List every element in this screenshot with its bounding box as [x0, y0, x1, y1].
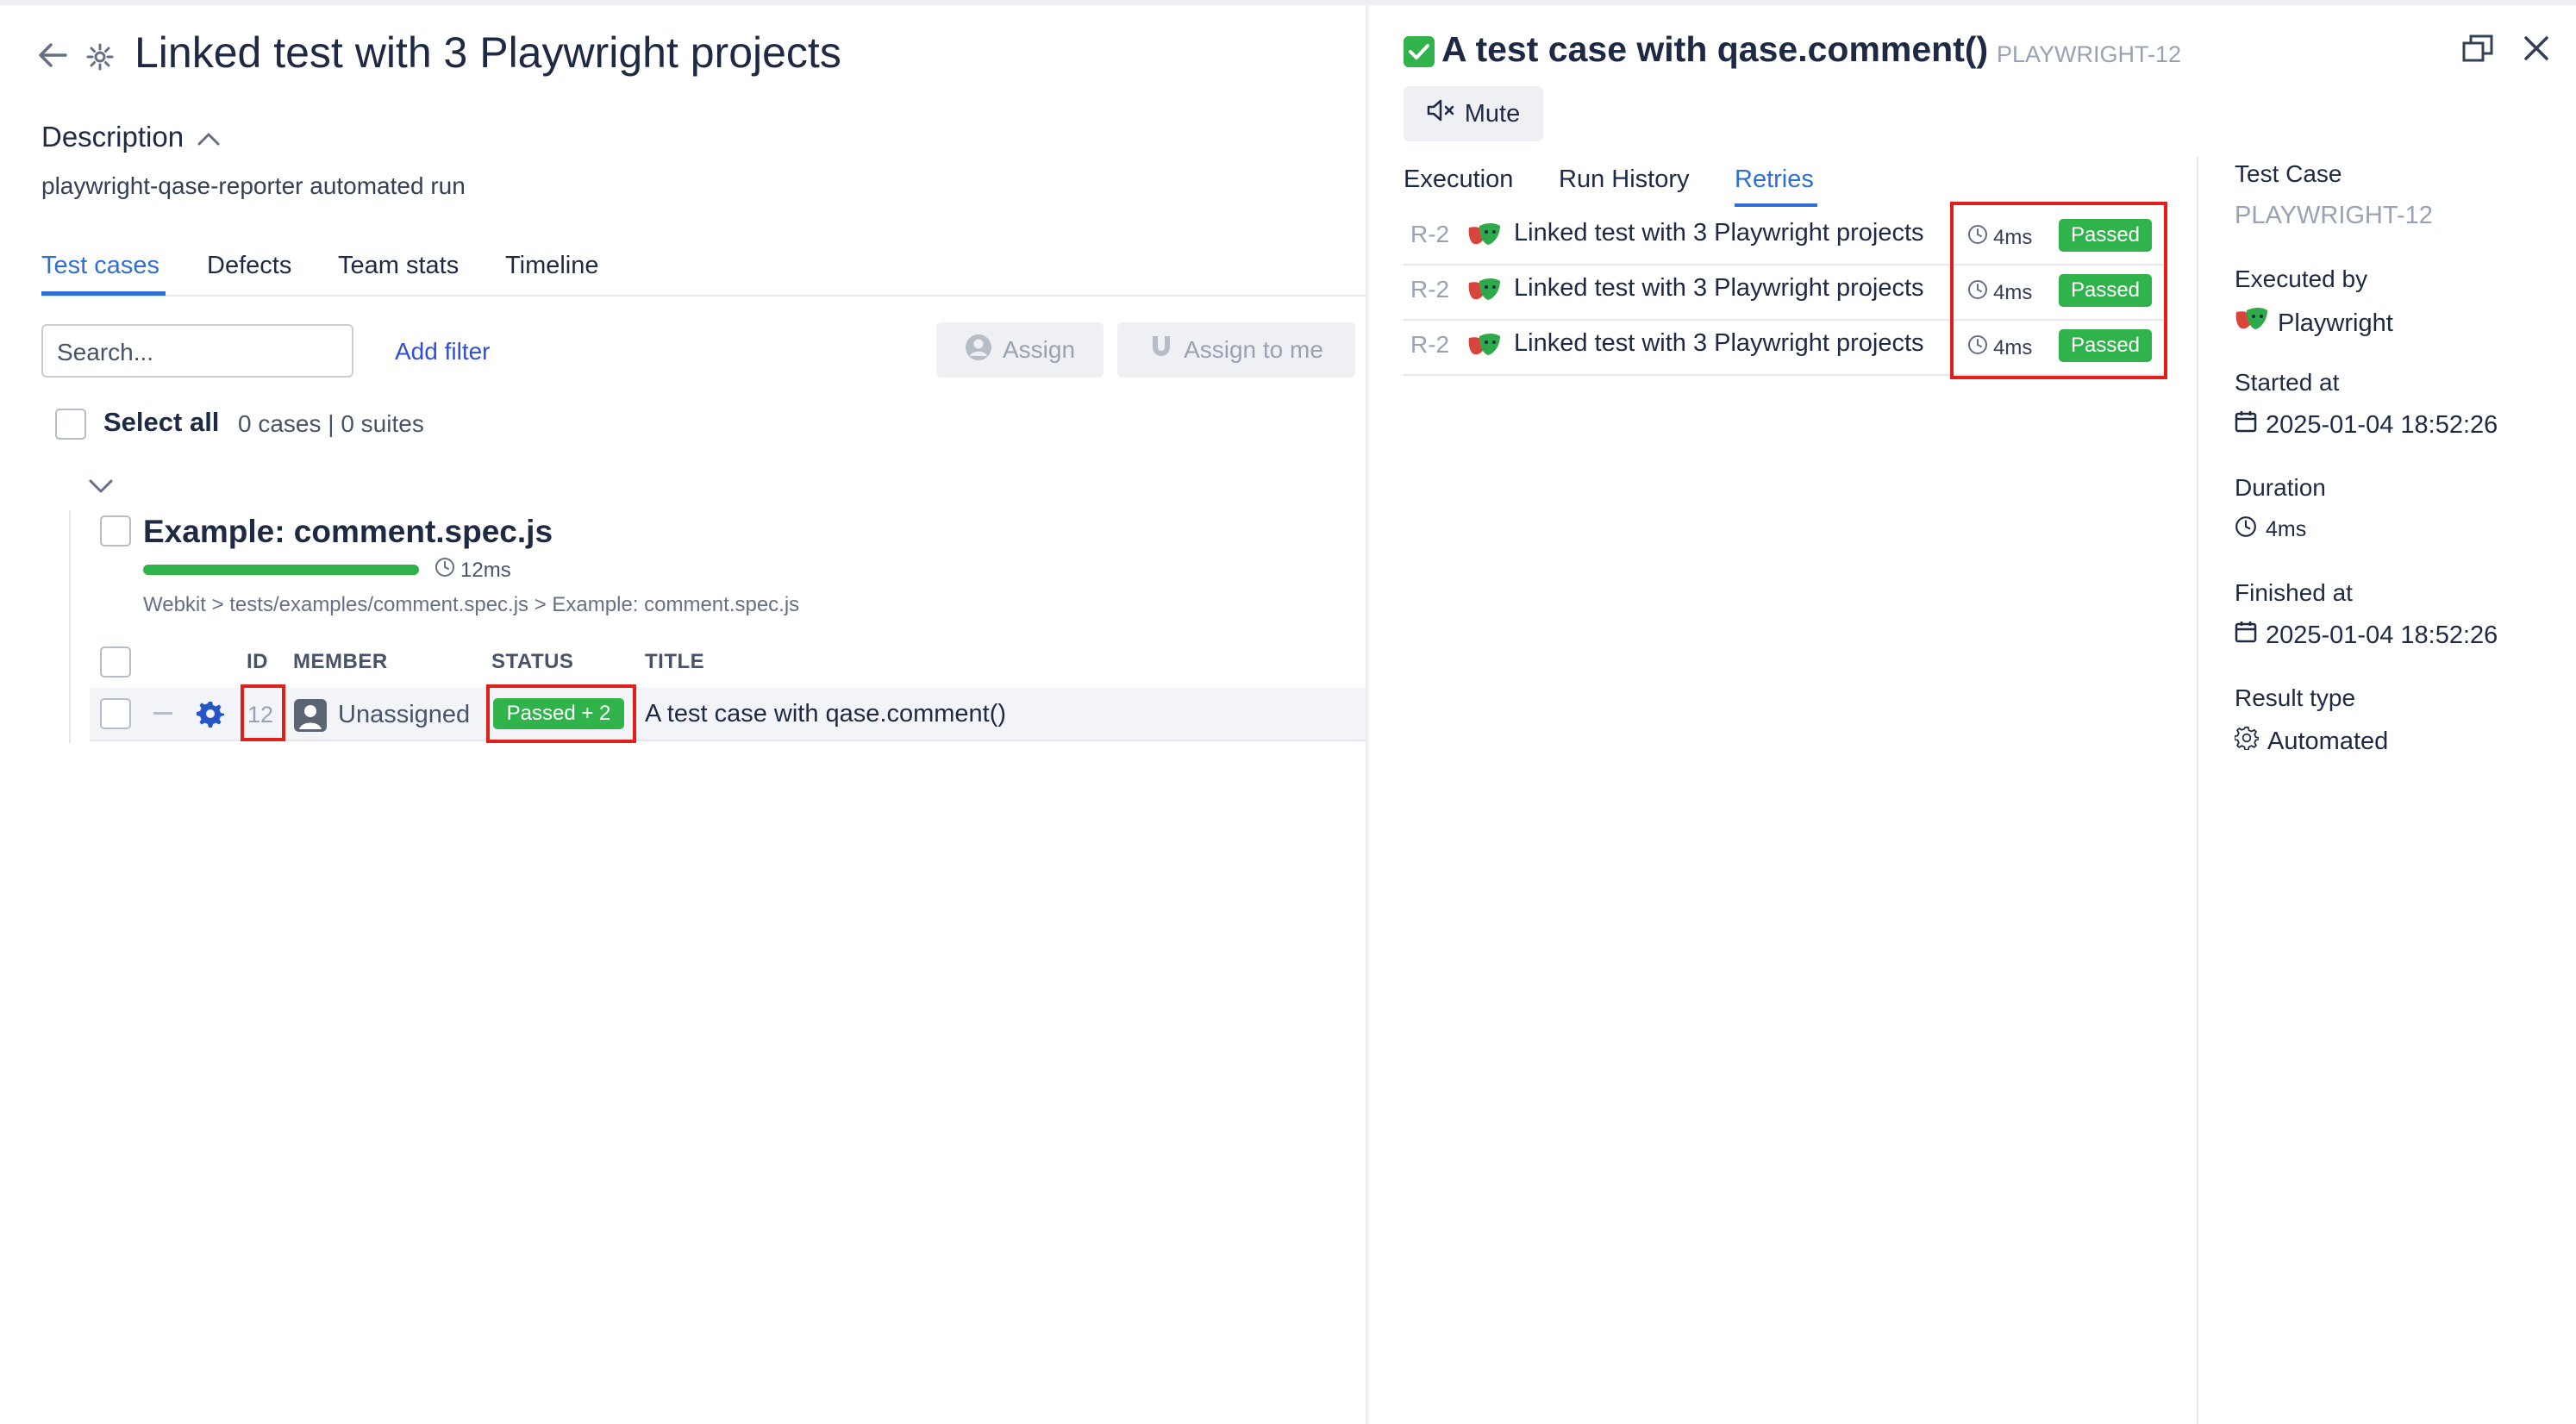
tab-test-cases[interactable]: Test cases [41, 252, 159, 280]
selection-count: 0 cases | 0 suites [238, 410, 424, 437]
header-checkbox[interactable] [100, 646, 131, 678]
test-run-view: Linked test with 3 Playwright projects D… [0, 0, 1369, 1424]
settings-gear-icon[interactable] [86, 43, 114, 75]
meta-result-type-value: Automated [2267, 727, 2389, 755]
retries-highlight-box [1950, 202, 2167, 379]
calendar-icon [2235, 410, 2257, 440]
meta-executed-by-label: Executed by [2235, 265, 2368, 292]
description-toggle[interactable]: Description [41, 121, 221, 153]
meta-finished-at-value: 2025-01-04 18:52:26 [2266, 621, 2498, 649]
tab-retries[interactable]: Retries [1735, 166, 1814, 194]
tab-execution[interactable]: Execution [1404, 166, 1513, 194]
tab-run-history[interactable]: Run History [1559, 166, 1690, 194]
member-avatar-icon [293, 698, 328, 737]
automation-gear-icon [197, 700, 224, 732]
retry-title: Linked test with 3 Playwright projects [1514, 274, 1924, 302]
search-input[interactable]: Search... [41, 324, 353, 378]
clock-icon [435, 557, 455, 584]
meta-started-at-label: Started at [2235, 369, 2340, 396]
row-dash-icon [153, 712, 172, 715]
meta-test-case-value[interactable]: PLAYWRIGHT-12 [2235, 202, 2433, 230]
active-tab-underline [41, 291, 166, 296]
row-member[interactable]: Unassigned [338, 701, 470, 729]
tab-timeline[interactable]: Timeline [505, 252, 599, 280]
description-heading: Description [41, 121, 184, 153]
playwright-logo-icon [1467, 221, 1502, 254]
clock-icon [2235, 515, 2257, 544]
meta-result-type-label: Result type [2235, 684, 2356, 711]
meta-duration-value: 4ms [2266, 517, 2307, 541]
page-title: Linked test with 3 Playwright projects [134, 28, 841, 77]
meta-started-at-value: 2025-01-04 18:52:26 [2266, 410, 2498, 439]
meta-executed-by-value: Playwright [2278, 309, 2393, 337]
column-header-id[interactable]: ID [247, 650, 268, 674]
tabs-divider [41, 295, 1369, 297]
meta-finished-at-label: Finished at [2235, 579, 2353, 606]
tab-defects[interactable]: Defects [207, 252, 291, 280]
select-all-checkbox[interactable] [55, 409, 86, 440]
tab-team-stats[interactable]: Team stats [338, 252, 459, 280]
close-icon[interactable] [2523, 34, 2550, 66]
assign-button[interactable]: Assign [936, 322, 1104, 378]
retry-title: Linked test with 3 Playwright projects [1514, 219, 1924, 247]
playwright-logo-icon [2235, 305, 2269, 341]
meta-duration-label: Duration [2235, 474, 2326, 501]
gear-icon [2234, 726, 2260, 757]
assign-to-me-button[interactable]: Assign to me [1117, 322, 1355, 378]
speaker-mute-icon [1427, 98, 1456, 129]
panel-case-code[interactable]: PLAYWRIGHT-12 [1997, 41, 2181, 68]
meta-duration: 4ms [2235, 515, 2306, 544]
suite-title: Example: comment.spec.js [143, 514, 553, 549]
meta-finished-at: 2025-01-04 18:52:26 [2235, 621, 2498, 650]
active-tab-underline [1735, 203, 1817, 207]
open-in-new-window-icon[interactable] [2462, 34, 2493, 66]
mute-label: Mute [1464, 99, 1521, 128]
suite-duration-value: 12ms [460, 558, 511, 582]
retry-title: Linked test with 3 Playwright projects [1514, 329, 1924, 357]
suite-duration: 12ms [435, 557, 511, 584]
description-text: playwright-qase-reporter automated run [41, 172, 466, 199]
suite-breadcrumb: Webkit > tests/examples/comment.spec.js … [143, 593, 800, 616]
chevron-down-icon[interactable] [88, 478, 114, 499]
panel-title: A test case with qase.comment() [1441, 29, 1989, 69]
meta-result-type: Automated [2234, 726, 2389, 757]
retry-id: R-2 [1410, 221, 1450, 247]
row-checkbox[interactable] [100, 698, 131, 729]
status-highlight-box [486, 684, 636, 743]
retry-id: R-2 [1410, 331, 1450, 358]
column-header-member[interactable]: MEMBER [293, 650, 388, 674]
suite-checkbox[interactable] [100, 515, 131, 546]
suite-progress-fill [143, 565, 419, 575]
column-header-title[interactable]: TITLE [645, 650, 704, 674]
row-title[interactable]: A test case with qase.comment() [645, 700, 1006, 728]
playwright-logo-icon [1467, 331, 1502, 365]
meta-test-case-label: Test Case [2235, 160, 2342, 187]
column-header-status[interactable]: STATUS [491, 650, 573, 674]
playwright-logo-icon [1467, 276, 1502, 309]
calendar-icon [2235, 621, 2257, 650]
user-circle-icon [965, 334, 992, 367]
retry-id: R-2 [1410, 276, 1450, 303]
select-all-label: Select all [103, 407, 220, 437]
panel-column-divider [2197, 157, 2198, 1424]
back-arrow-icon[interactable] [38, 40, 67, 77]
meta-executed-by: Playwright [2235, 305, 2393, 341]
passed-check-icon [1404, 36, 1435, 72]
mute-button[interactable]: Mute [1404, 86, 1543, 141]
meta-started-at: 2025-01-04 18:52:26 [2235, 410, 2498, 440]
assign-to-me-label: Assign to me [1184, 336, 1323, 363]
magnet-icon [1149, 334, 1173, 366]
chevron-up-icon [191, 121, 221, 153]
id-highlight-box [241, 684, 285, 741]
add-filter-button[interactable]: Add filter [395, 338, 491, 365]
assign-label: Assign [1002, 336, 1076, 363]
suite-tree-line [69, 510, 71, 743]
